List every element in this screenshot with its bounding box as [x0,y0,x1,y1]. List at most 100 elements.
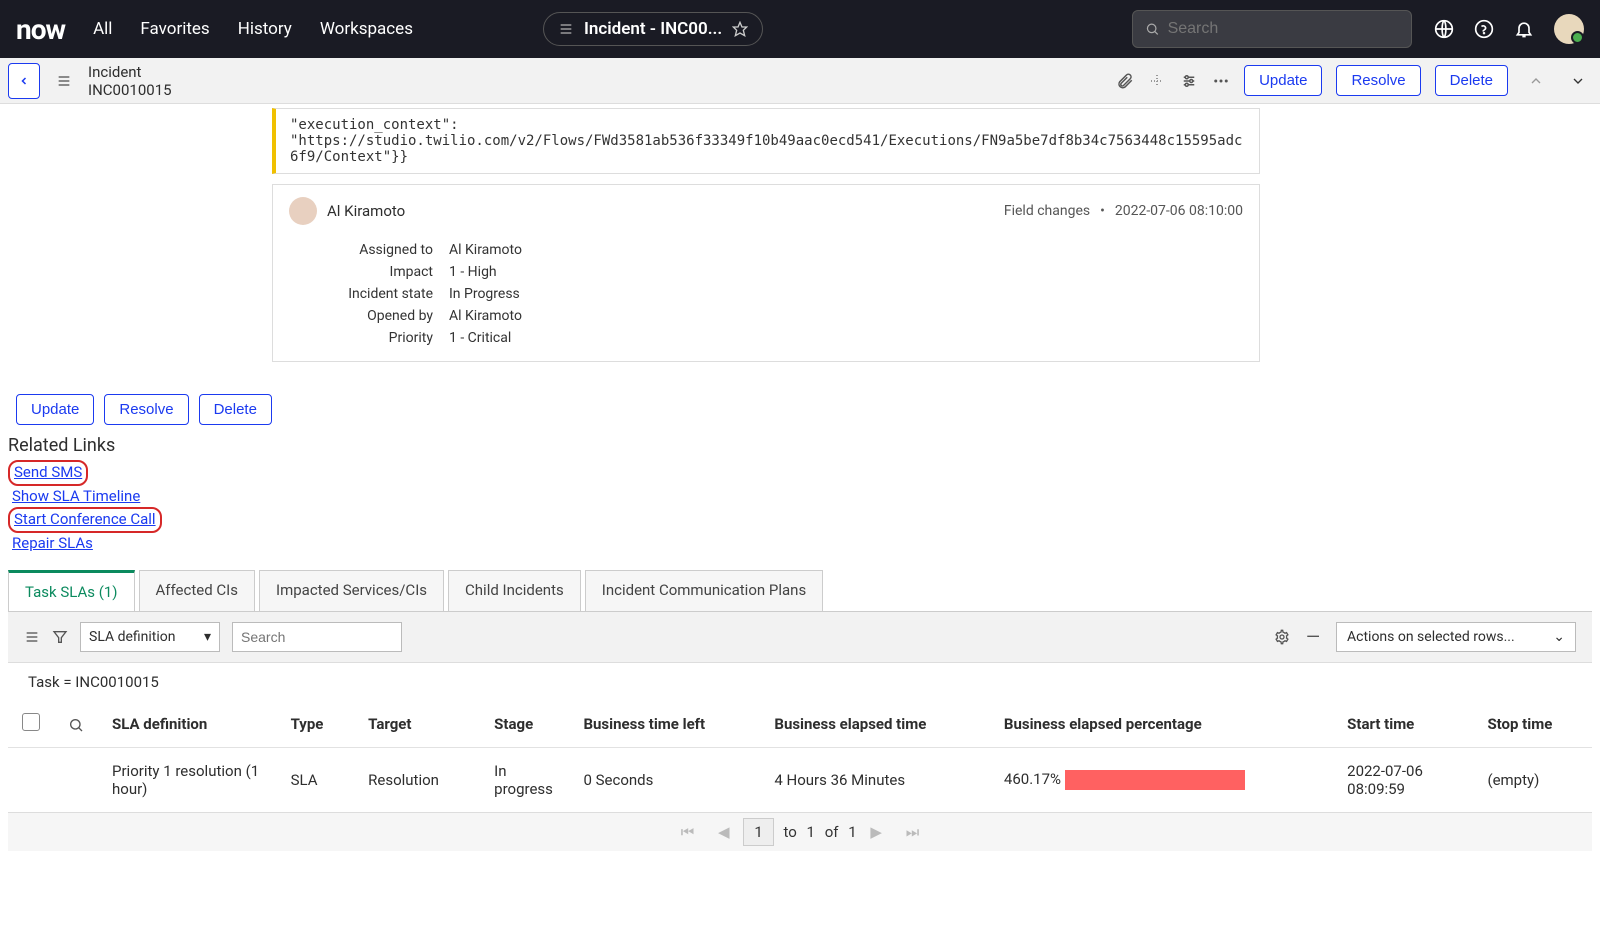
record-menu-icon[interactable] [56,72,72,88]
tab-impacted-services[interactable]: Impacted Services/CIs [259,570,444,611]
col-stage[interactable]: Stage [480,701,569,748]
cell-start: 2022-07-06 08:09:59 [1333,748,1473,813]
col-start-time[interactable]: Start time [1333,701,1473,748]
col-stop-time[interactable]: Stop time [1473,701,1592,748]
tab-chip[interactable]: Incident - INC00... [543,12,763,46]
record-type: Incident [88,63,172,81]
field-value: 1 - Critical [449,330,511,346]
tab-child-incidents[interactable]: Child Incidents [448,570,581,611]
field-value: Al Kiramoto [449,242,522,258]
next-record-icon[interactable] [1564,72,1592,88]
resolve-button[interactable]: Resolve [104,394,188,425]
col-business-elapsed-percentage[interactable]: Business elapsed percentage [990,701,1333,748]
tab-affected-cis[interactable]: Affected CIs [139,570,255,611]
activity-icon[interactable] [1148,72,1166,90]
search-column-icon[interactable] [54,701,98,748]
search-icon [1145,21,1160,37]
page-to: 1 [807,823,815,841]
star-icon[interactable] [732,21,748,37]
more-icon[interactable] [1212,72,1230,90]
list-search-input[interactable] [232,622,402,652]
field-value: In Progress [449,286,520,302]
tab-task-slas[interactable]: Task SLAs (1) [8,570,135,611]
gear-icon[interactable] [1274,629,1290,645]
nav-history[interactable]: History [238,19,292,39]
help-icon[interactable] [1474,19,1494,39]
global-search[interactable] [1132,10,1412,48]
delete-button-header[interactable]: Delete [1435,65,1508,96]
record-content: "execution_context": "https://studio.twi… [0,108,1600,851]
nav-favorites[interactable]: Favorites [140,19,209,39]
field-value: Al Kiramoto [449,308,522,324]
back-button[interactable] [8,63,40,99]
bell-icon[interactable] [1514,19,1534,39]
first-page-icon[interactable]: ⏮ [681,823,695,841]
prev-page-icon[interactable]: ◀ [718,823,730,841]
next-page-icon[interactable]: ▶ [870,823,882,841]
col-target[interactable]: Target [354,701,480,748]
cell-stop: (empty) [1473,748,1592,813]
code-line-1: "execution_context": [290,117,1245,133]
field-changes: Assigned toAl Kiramoto Impact1 - High In… [289,239,1243,349]
link-repair-slas[interactable]: Repair SLAs [8,533,97,555]
resolve-button-header[interactable]: Resolve [1336,65,1420,96]
update-button-header[interactable]: Update [1244,65,1322,96]
header-actions [1434,14,1584,44]
last-page-icon[interactable]: ⏭ [906,823,920,841]
bullet-icon: • [1100,203,1105,219]
avatar[interactable] [1554,14,1584,44]
field-label: Incident state [289,286,449,302]
page-to-word: to [783,823,796,841]
row-info-icon[interactable] [54,748,98,813]
field-label: Assigned to [289,242,449,258]
cell-time-left: 0 Seconds [569,748,760,813]
globe-icon[interactable] [1434,19,1454,39]
link-show-sla-timeline[interactable]: Show SLA Timeline [8,486,144,508]
chevron-down-icon: ⌄ [1553,629,1565,645]
col-business-elapsed-time[interactable]: Business elapsed time [760,701,990,748]
tab-chip-label: Incident - INC00... [584,19,722,39]
field-value: 1 - High [449,264,497,280]
table-row[interactable]: Priority 1 resolution (1 hour) SLA Resol… [8,748,1592,813]
col-type[interactable]: Type [277,701,355,748]
delete-button[interactable]: Delete [199,394,272,425]
update-button[interactable]: Update [16,394,94,425]
link-send-sms[interactable]: Send SMS [8,460,88,486]
prev-record-icon[interactable] [1522,72,1550,88]
brand-logo[interactable]: now [16,13,65,46]
comment-avatar [289,197,317,225]
cell-elapsed: 4 Hours 36 Minutes [760,748,990,813]
col-sla-definition[interactable]: SLA definition [98,701,277,748]
list-toolbar: SLA definition ▾ — Actions on selected r… [8,612,1592,663]
nav-all[interactable]: All [93,19,112,39]
actions-on-selected[interactable]: Actions on selected rows... ⌄ [1336,622,1576,652]
percentage-value: 460.17% [1004,770,1061,788]
col-business-time-left[interactable]: Business time left [569,701,760,748]
link-start-conference-call[interactable]: Start Conference Call [8,507,162,533]
nav-workspaces[interactable]: Workspaces [320,19,413,39]
search-field-select[interactable]: SLA definition ▾ [80,622,220,652]
select-all-header[interactable] [8,701,54,748]
page-from: 1 [743,818,773,846]
settings-icon[interactable] [1180,72,1198,90]
cell-type: SLA [277,748,355,813]
code-line-2: "https://studio.twilio.com/v2/Flows/FWd3… [290,133,1245,165]
field-label: Priority [289,330,449,346]
row-checkbox[interactable] [8,748,54,813]
activity-entry: Al Kiramoto Field changes • 2022-07-06 0… [272,184,1260,362]
record-title: Incident INC0010015 [88,63,172,99]
filter-icon[interactable] [52,629,68,645]
attachment-icon[interactable] [1116,72,1134,90]
global-search-input[interactable] [1168,20,1399,38]
related-tabs: Task SLAs (1) Affected CIs Impacted Serv… [8,570,1592,612]
comment-author: Al Kiramoto [327,202,405,220]
comment-type: Field changes [1004,203,1090,219]
percentage-bar [1065,770,1245,790]
list-breadcrumb[interactable]: Task = INC0010015 [8,663,1592,701]
tab-communication-plans[interactable]: Incident Communication Plans [585,570,823,611]
list-menu-icon[interactable] [24,629,40,645]
form-actions: Update Resolve Delete [16,394,1592,425]
related-links-title: Related Links [8,435,1592,456]
minus-icon[interactable]: — [1306,627,1320,648]
top-nav: All Favorites History Workspaces [93,19,413,39]
